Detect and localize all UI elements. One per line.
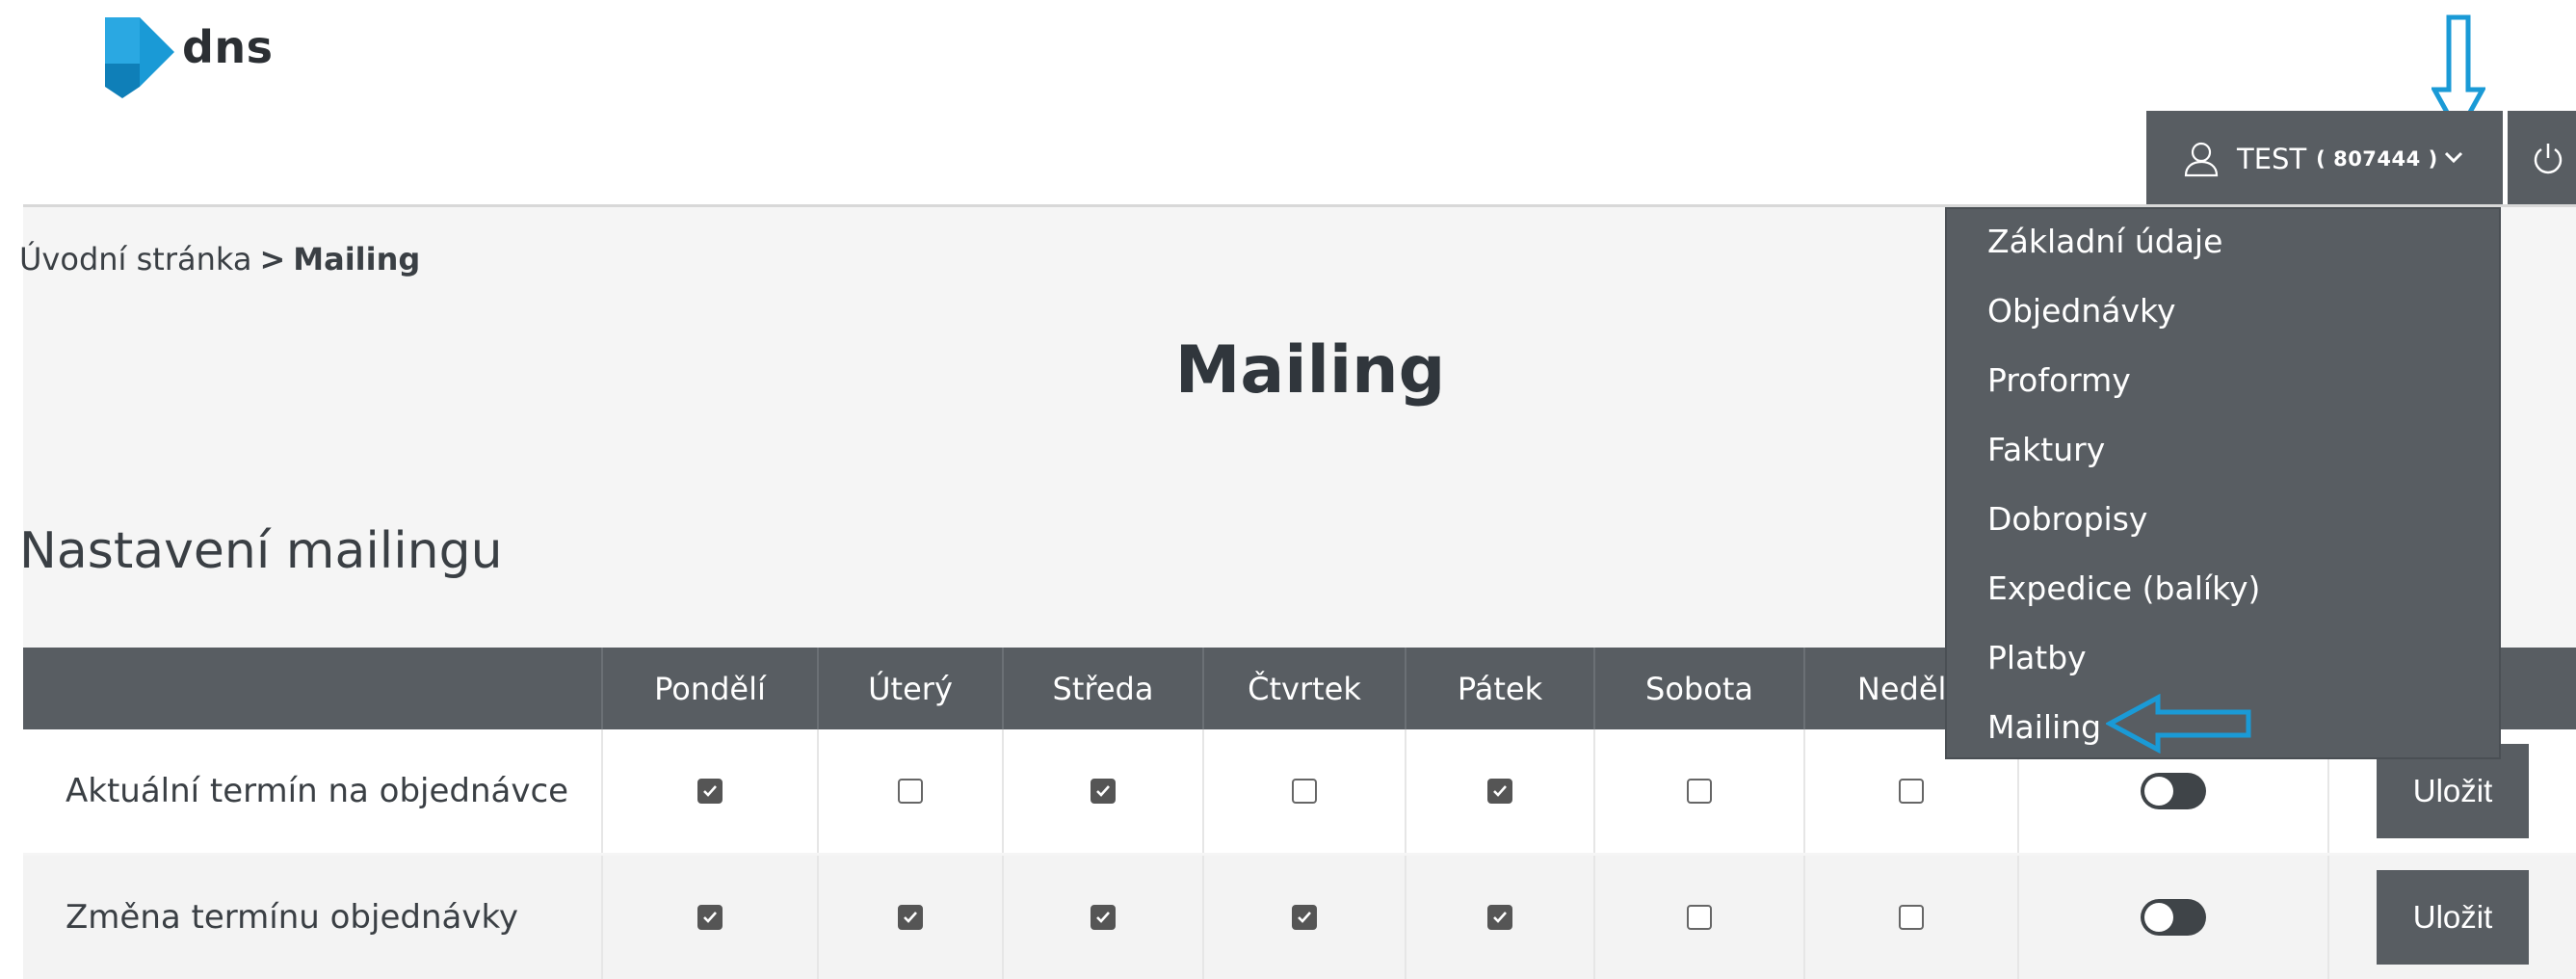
- column-header-friday: Pátek: [1405, 648, 1593, 729]
- checkbox-monday[interactable]: [697, 779, 723, 804]
- mailing-toggle[interactable]: [2141, 899, 2206, 936]
- user-name: TEST: [2237, 143, 2307, 175]
- check-icon: [1493, 912, 1507, 923]
- user-dropdown-menu: Základní údaje Objednávky Proformy Faktu…: [1945, 207, 2501, 759]
- checkbox-friday[interactable]: [1487, 779, 1512, 804]
- menu-item-faktury[interactable]: Faktury: [1987, 431, 2105, 468]
- table-row: Změna termínu objednávky Uložit: [23, 856, 2576, 979]
- header-label-cell: [23, 648, 601, 729]
- column-header-thursday: Čtvrtek: [1202, 648, 1405, 729]
- check-icon: [1298, 912, 1311, 923]
- check-icon: [1096, 912, 1110, 923]
- annotation-arrow-left-icon: [2106, 694, 2251, 754]
- chevron-down-icon: [2444, 151, 2463, 164]
- checkbox-thursday[interactable]: [1292, 779, 1317, 804]
- page-title: Mailing: [1174, 332, 1446, 409]
- checkbox-wednesday[interactable]: [1091, 779, 1116, 804]
- checkbox-sunday[interactable]: [1899, 779, 1924, 804]
- user-icon: [2184, 142, 2219, 177]
- menu-item-objednavky[interactable]: Objednávky: [1987, 292, 2175, 330]
- menu-item-platby[interactable]: Platby: [1987, 639, 2087, 676]
- column-header-wednesday: Středa: [1002, 648, 1202, 729]
- column-header-tuesday: Úterý: [817, 648, 1002, 729]
- column-header-saturday: Sobota: [1593, 648, 1803, 729]
- brand-name: dns: [182, 21, 274, 73]
- check-icon: [703, 785, 717, 797]
- user-menu-button[interactable]: TEST ( 807444 ): [2146, 111, 2503, 207]
- checkbox-friday[interactable]: [1487, 905, 1512, 930]
- dns-logo[interactable]: dns: [101, 13, 274, 100]
- toggle-knob: [2144, 903, 2173, 932]
- checkbox-monday[interactable]: [697, 905, 723, 930]
- checkbox-wednesday[interactable]: [1091, 905, 1116, 930]
- section-title: Nastavení mailingu: [19, 522, 503, 580]
- user-id: ( 807444 ): [2316, 147, 2438, 171]
- breadcrumb: Úvodní stránka > Mailing: [19, 241, 420, 278]
- check-icon: [703, 912, 717, 923]
- column-header-monday: Pondělí: [601, 648, 817, 729]
- save-button[interactable]: Uložit: [2377, 870, 2529, 965]
- check-icon: [1096, 785, 1110, 797]
- mailing-toggle[interactable]: [2141, 773, 2206, 809]
- toggle-knob: [2144, 777, 2173, 806]
- menu-item-mailing[interactable]: Mailing: [1987, 708, 2101, 746]
- logout-button[interactable]: [2508, 111, 2576, 207]
- checkbox-tuesday[interactable]: [898, 779, 923, 804]
- menu-item-proformy[interactable]: Proformy: [1987, 361, 2131, 399]
- menu-item-zakladni-udaje[interactable]: Základní údaje: [1987, 223, 2222, 260]
- row-label: Aktuální termín na objednávce: [66, 772, 569, 810]
- check-icon: [1493, 785, 1507, 797]
- checkbox-thursday[interactable]: [1292, 905, 1317, 930]
- dns-logo-mark: [105, 17, 174, 98]
- breadcrumb-separator: >: [259, 241, 286, 278]
- row-label: Změna termínu objednávky: [66, 898, 519, 937]
- menu-item-dobropisy[interactable]: Dobropisy: [1987, 500, 2147, 538]
- checkbox-tuesday[interactable]: [898, 905, 923, 930]
- power-icon: [2534, 144, 2562, 174]
- checkbox-saturday[interactable]: [1687, 905, 1712, 930]
- checkbox-sunday[interactable]: [1899, 905, 1924, 930]
- check-icon: [904, 912, 917, 923]
- breadcrumb-current: Mailing: [293, 241, 421, 278]
- menu-item-expedice[interactable]: Expedice (balíky): [1987, 569, 2260, 607]
- checkbox-saturday[interactable]: [1687, 779, 1712, 804]
- breadcrumb-home-link[interactable]: Úvodní stránka: [19, 241, 251, 278]
